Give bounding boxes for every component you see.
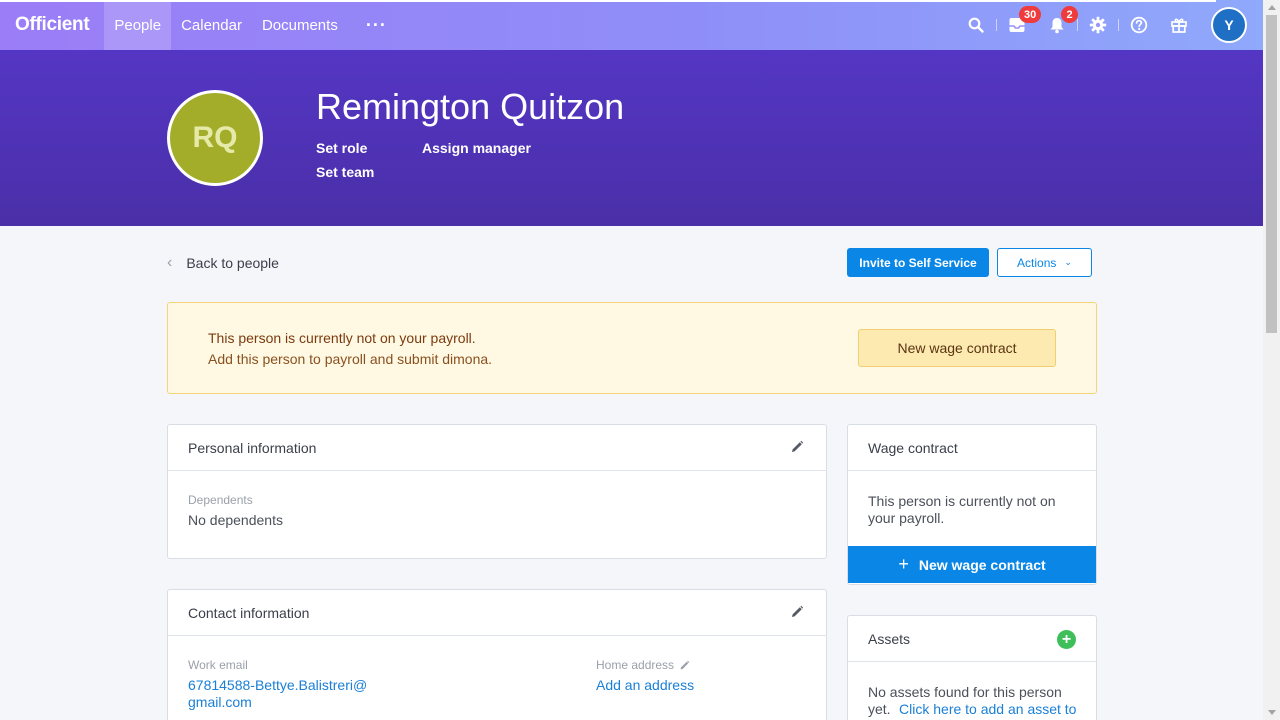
card-header: Wage contract <box>848 425 1096 471</box>
card-header: Contact information <box>168 590 826 636</box>
add-asset-link[interactable]: Click here to add an asset to <box>899 701 1076 717</box>
actions-label: Actions <box>1017 255 1057 270</box>
work-email-link-line1[interactable]: 67814588-Bettye.Balistreri@ <box>188 677 367 693</box>
alert-text: Add this person to payroll and submit di… <box>208 351 493 367</box>
inbox-button[interactable]: 30 <box>997 0 1042 50</box>
pencil-icon[interactable] <box>790 605 804 619</box>
gear-icon <box>1089 16 1107 34</box>
wage-text-line2: your payroll. <box>868 510 945 526</box>
settings-button[interactable] <box>1078 0 1118 50</box>
card-title: Assets <box>868 630 911 647</box>
chevron-left-icon: ‹ <box>167 254 173 271</box>
work-email-link-line2[interactable]: gmail.com <box>188 694 252 710</box>
add-asset-button[interactable]: + <box>1057 630 1076 649</box>
payroll-alert: This person is currently not on your pay… <box>167 302 1097 394</box>
dependents-label: Dependents <box>188 493 253 507</box>
dependents-value: No dependents <box>188 512 283 528</box>
home-address-label: Home address <box>596 658 675 672</box>
scroll-thumb[interactable] <box>1266 15 1277 333</box>
assets-text-prefix: yet. <box>868 701 891 717</box>
chevron-down-icon: ⌄ <box>1064 257 1072 267</box>
user-avatar[interactable]: Y <box>1211 7 1247 43</box>
add-address-link[interactable]: Add an address <box>596 677 694 693</box>
person-avatar: RQ <box>167 90 263 186</box>
home-address-label-row: Home address <box>596 658 690 672</box>
actions-dropdown-button[interactable]: Actions ⌄ <box>997 248 1092 277</box>
nav-more-button[interactable]: ··· <box>348 15 405 36</box>
set-role-link[interactable]: Set role <box>316 140 367 156</box>
plus-icon: + <box>1061 630 1072 648</box>
card-title: Wage contract <box>868 439 958 456</box>
pencil-icon[interactable] <box>679 660 690 671</box>
search-icon <box>968 17 984 33</box>
work-email-label: Work email <box>188 658 248 672</box>
invite-self-service-button[interactable]: Invite to Self Service <box>847 248 989 277</box>
nav-item-calendar[interactable]: Calendar <box>171 0 252 50</box>
alert-title: This person is currently not on your pay… <box>208 330 476 346</box>
gift-button[interactable] <box>1159 0 1199 50</box>
card-title: Contact information <box>188 604 310 621</box>
page-scrollbar[interactable] <box>1263 0 1280 720</box>
contact-information-card: Contact information Work email 67814588-… <box>167 589 827 720</box>
assets-card: Assets + No assets found for this person… <box>847 615 1097 720</box>
person-name: Remington Quitzon <box>316 86 625 127</box>
scroll-down-arrow[interactable] <box>1268 710 1276 715</box>
nav-item-people[interactable]: People <box>104 0 172 50</box>
back-label: Back to people <box>186 255 279 271</box>
top-nav: Officient People Calendar Documents ··· … <box>0 0 1263 50</box>
card-header: Assets + <box>848 616 1096 662</box>
new-wage-contract-button[interactable]: + New wage contract <box>848 546 1096 583</box>
nav-item-documents[interactable]: Documents <box>252 0 348 50</box>
wage-contract-card: Wage contract This person is currently n… <box>847 424 1097 585</box>
assets-text-line1: No assets found for this person <box>868 684 1062 700</box>
back-to-people-link[interactable]: ‹ Back to people <box>167 254 279 272</box>
assign-manager-link[interactable]: Assign manager <box>422 140 531 156</box>
wage-text-line1: This person is currently not on <box>868 493 1056 509</box>
nav-right-tools: 30 2 Y <box>956 0 1263 50</box>
search-button[interactable] <box>956 0 996 50</box>
gift-icon <box>1171 18 1187 33</box>
notification-count-badge: 2 <box>1061 6 1078 23</box>
card-header: Personal information <box>168 425 826 471</box>
new-wage-contract-label: New wage contract <box>918 556 1046 573</box>
card-title: Personal information <box>188 439 317 456</box>
app-logo[interactable]: Officient <box>0 14 104 36</box>
help-button[interactable] <box>1119 0 1159 50</box>
scroll-up-arrow[interactable] <box>1268 5 1276 10</box>
plus-icon: + <box>898 554 909 574</box>
profile-header: RQ Remington Quitzon Set role Assign man… <box>0 50 1263 226</box>
pencil-icon[interactable] <box>790 440 804 454</box>
help-icon <box>1130 16 1148 34</box>
personal-information-card: Personal information Dependents No depen… <box>167 424 827 559</box>
set-team-link[interactable]: Set team <box>316 164 374 180</box>
alert-new-wage-contract-button[interactable]: New wage contract <box>858 329 1056 367</box>
assets-text-line2: yet. Click here to add an asset to <box>868 701 1076 719</box>
notifications-button[interactable]: 2 <box>1037 0 1078 50</box>
